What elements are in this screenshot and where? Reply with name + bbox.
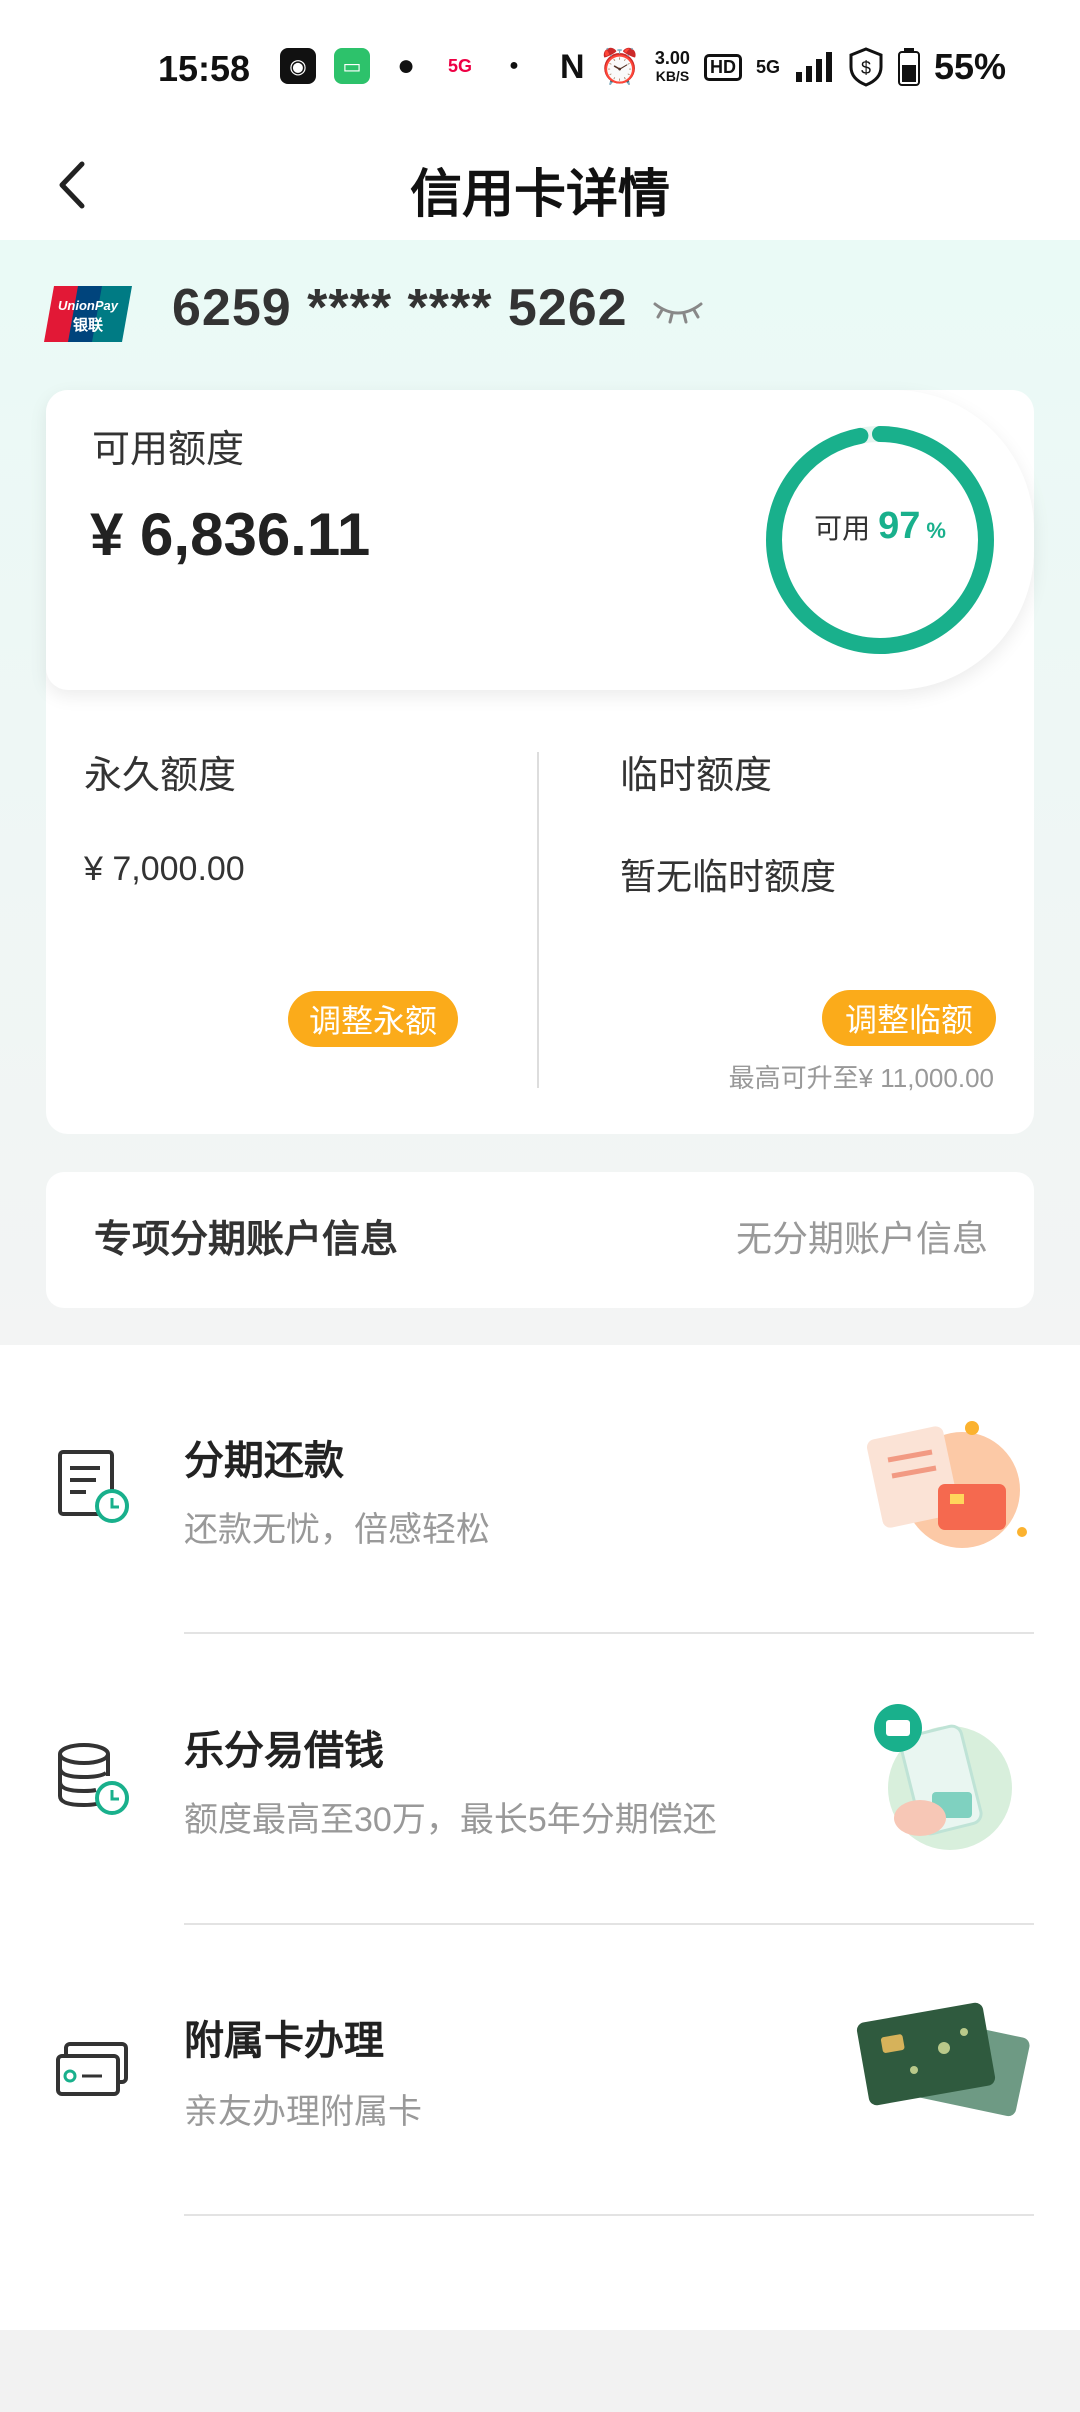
installment-account-value: 无分期账户信息 [735,1218,988,1259]
message-icon: ▭ [334,48,370,84]
unionpay-logo: UnionPay 银联 [44,286,132,342]
net-speed-value: 3.00 [654,48,690,68]
ring-percent: 97 [878,505,921,547]
svg-text:$: $ [861,58,871,78]
supplementary-card-illustration [856,2002,1030,2117]
ring-label-group: 可用 97% [760,505,1000,548]
adjust-temporary-button[interactable]: 调整临额 [822,990,996,1046]
ring-label: 可用 [814,513,871,544]
bottom-safe-area [0,2330,1080,2412]
app-notification-icon: ◉ [280,48,316,84]
signal-icon [795,52,832,82]
dot-icon: ● [496,48,532,84]
limit-divider [537,752,539,1088]
temporary-limit-note: 最高可升至¥ 11,000.00 [728,1063,994,1093]
network-speed: 3.00 KB/S [655,49,690,85]
temporary-limit-label: 临时额度 [620,755,773,797]
hd-icon: HD [703,53,742,81]
temporary-limit-value: 暂无临时额度 [620,856,837,897]
installment-repay-icon [58,1450,129,1523]
service-divider [184,2214,1034,2216]
shield-icon: $ [849,47,883,87]
status-bar: 15:58 ◉ ▭ ● 5G ● N ⏰ 3.00 KB/S HD 5G $ 5… [0,0,1080,130]
ring-percent-unit: % [926,518,946,543]
card-number: 6259 **** **** 5262 [172,279,628,337]
status-time: 15:58 [158,48,251,89]
permanent-limit-label: 永久额度 [84,755,237,797]
loan-coins-icon [58,1743,129,1815]
service-desc-supplementary: 亲友办理附属卡 [184,2093,422,2131]
service-title-loan[interactable]: 乐分易借钱 [184,1718,384,1776]
service-desc-installment: 还款无忧，倍感轻松 [184,1511,490,1549]
installment-illustration [866,1421,1027,1548]
installment-account-title: 专项分期账户信息 [94,1219,399,1261]
notification-icons: ◉ ▭ ● 5G ● [280,48,532,84]
system-icons: N ⏰ 3.00 KB/S HD 5G $ 55% [560,46,1006,88]
service-title-supplementary[interactable]: 附属卡办理 [184,2008,384,2066]
service-title-installment[interactable]: 分期还款 [184,1428,344,1486]
nfc-icon: N [560,47,585,86]
wechat-icon: ● [388,48,424,84]
svg-text:UnionPay: UnionPay [58,298,119,313]
supplementary-card-icon [56,2042,128,2096]
signal-5g-label: 5G [755,56,780,77]
available-limit-label: 可用额度 [92,429,245,471]
permanent-limit-value: ¥ 7,000.00 [84,850,245,888]
alarm-icon: ⏰ [598,48,641,86]
service-desc-loan: 额度最高至30万，最长5年分期偿还 [184,1801,717,1839]
loan-illustration [874,1704,1012,1850]
5g-app-icon: 5G [442,48,478,84]
service-divider [184,1632,1034,1634]
adjust-permanent-button[interactable]: 调整永额 [288,991,458,1047]
top-navigation-bar: 信用卡详情 [0,130,1080,240]
svg-text:银联: 银联 [73,316,104,334]
available-limit-amount: ¥ 6,836.11 [90,501,371,568]
service-divider [184,1923,1034,1925]
battery-icon [897,48,920,86]
page-title: 信用卡详情 [409,166,670,224]
battery-percent: 55% [933,46,1007,87]
hide-number-eye-icon[interactable] [652,296,704,326]
net-speed-unit: KB/S [655,68,690,84]
